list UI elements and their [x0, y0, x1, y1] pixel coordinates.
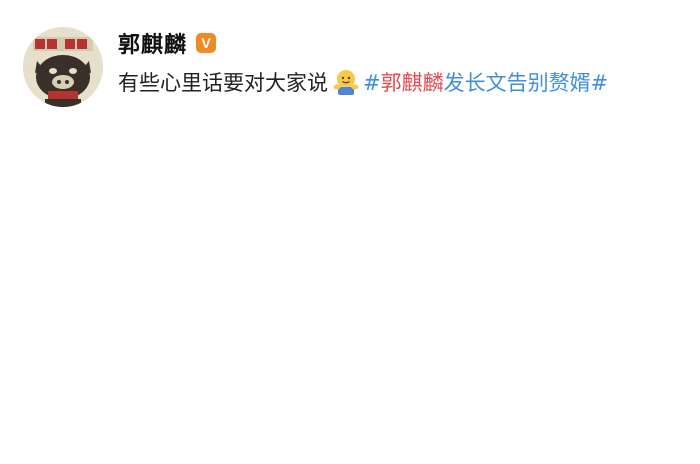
post-content: 有些心里话要对大家说 #郭麒麟发长文告别赘婿#: [118, 66, 608, 98]
pig-poster-avatar-icon: [23, 27, 103, 107]
hug-emoji-icon: [333, 70, 359, 95]
weibo-post: 郭麒麟 V 有些心里话要对大家说 #郭麒麟发长文告别赘婿#: [0, 0, 700, 130]
verified-badge-icon: V: [196, 33, 217, 53]
topic-hashtag-link[interactable]: #郭麒麟发长文告别赘婿#: [363, 67, 608, 97]
author-row: 郭麒麟 V: [118, 28, 217, 58]
hashtag-open: #: [363, 71, 381, 95]
post-body-text: 有些心里话要对大家说: [118, 71, 328, 95]
author-name[interactable]: 郭麒麟: [118, 27, 187, 59]
author-avatar[interactable]: [23, 27, 103, 107]
hashtag-highlight: 郭麒麟: [380, 71, 444, 95]
hashtag-close: #: [590, 71, 609, 95]
verified-badge-letter: V: [201, 35, 211, 51]
hashtag-rest: 发长文告别赘婿: [443, 71, 591, 95]
